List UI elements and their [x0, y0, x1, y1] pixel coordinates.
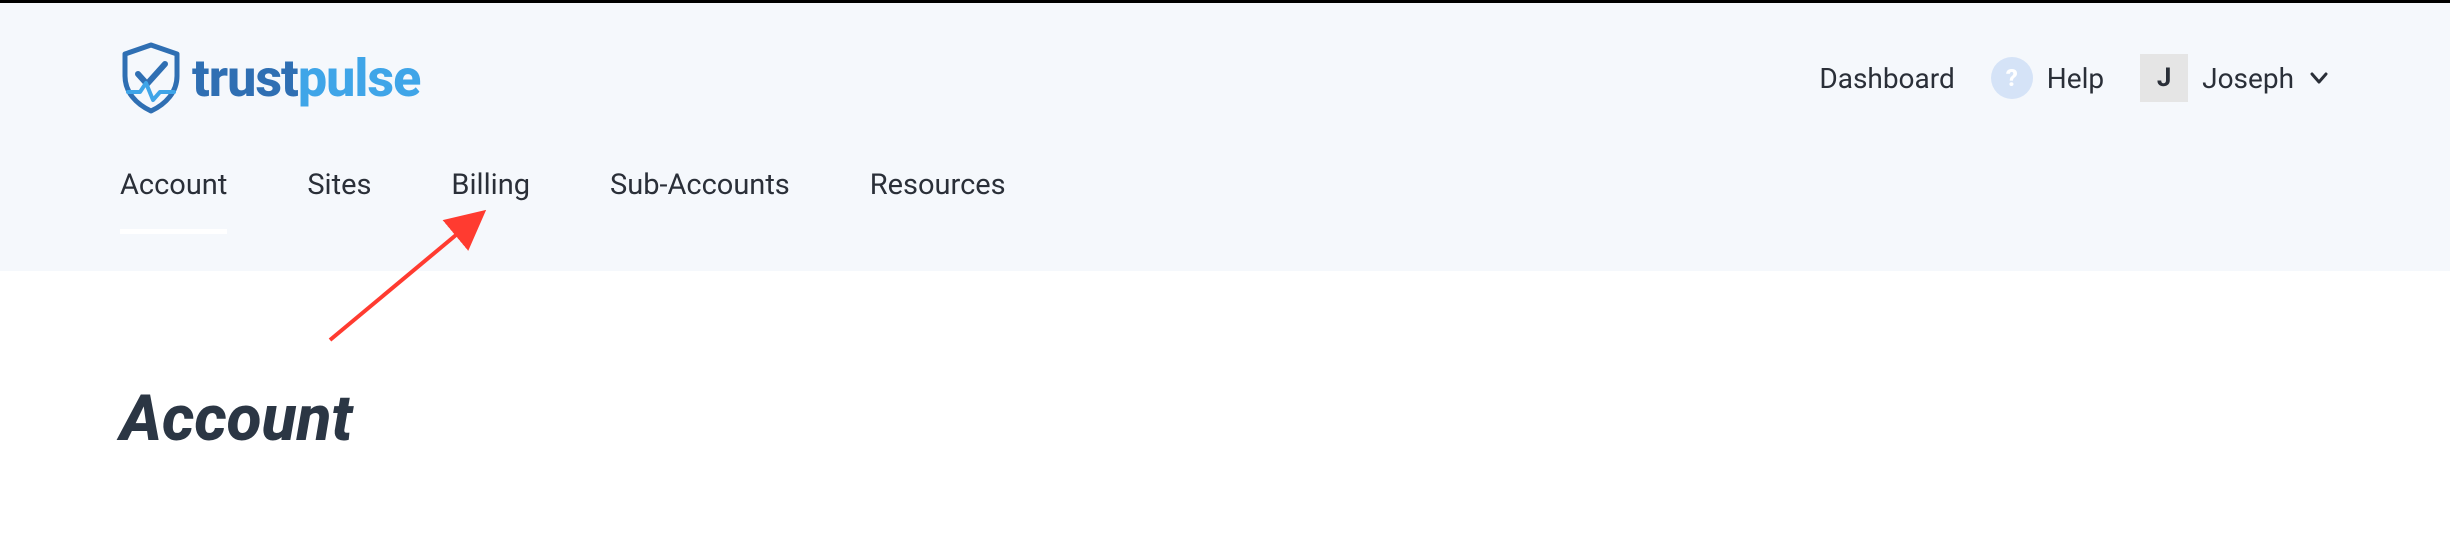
tab-account[interactable]: Account	[120, 168, 227, 208]
page-title: Account	[0, 271, 2450, 456]
brand-text: trustpulse	[192, 48, 420, 109]
nav-dashboard[interactable]: Dashboard	[1819, 62, 1954, 95]
tab-billing[interactable]: Billing	[451, 168, 530, 208]
shield-check-icon	[120, 42, 182, 114]
account-tabs: Account Sites Billing Sub-Accounts Resou…	[120, 133, 2330, 243]
brand-part1: trust	[192, 48, 298, 109]
tab-sites[interactable]: Sites	[307, 168, 371, 208]
nav-dashboard-label: Dashboard	[1819, 62, 1954, 95]
nav-help[interactable]: ? Help	[1991, 57, 2104, 99]
nav-help-label: Help	[2047, 62, 2104, 95]
header-row: trustpulse Dashboard ? Help J Joseph	[120, 3, 2330, 133]
brand-part2: pulse	[298, 48, 420, 109]
tab-resources[interactable]: Resources	[870, 168, 1006, 208]
user-menu[interactable]: J Joseph	[2140, 54, 2330, 102]
avatar: J	[2140, 54, 2188, 102]
tab-subaccounts[interactable]: Sub-Accounts	[610, 168, 790, 208]
brand-logo[interactable]: trustpulse	[120, 42, 420, 114]
chevron-down-icon	[2308, 67, 2330, 89]
topbar: trustpulse Dashboard ? Help J Joseph	[0, 3, 2450, 271]
help-icon: ?	[1991, 57, 2033, 99]
header-right-nav: Dashboard ? Help J Joseph	[1819, 54, 2330, 102]
avatar-initial: J	[2157, 63, 2172, 93]
user-name: Joseph	[2202, 62, 2294, 95]
